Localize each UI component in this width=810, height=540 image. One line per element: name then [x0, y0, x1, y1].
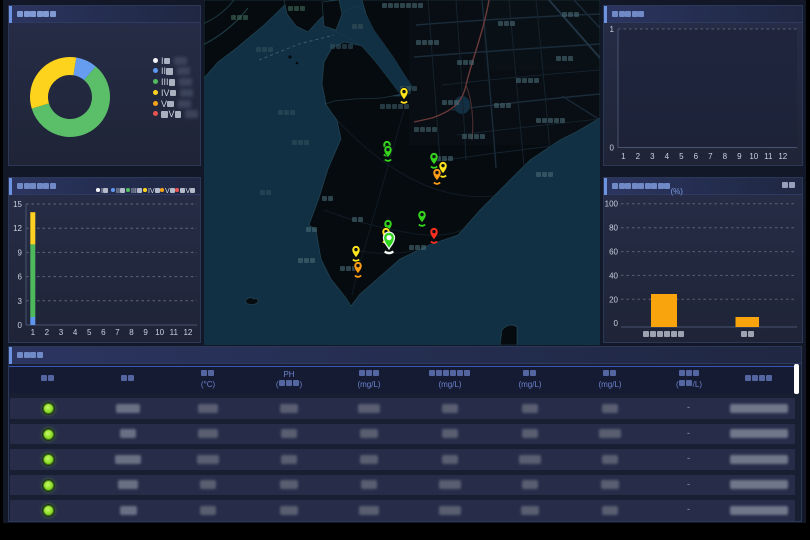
svg-text:0: 0 [614, 319, 619, 328]
svg-text:12: 12 [183, 328, 192, 337]
svg-text:1: 1 [610, 25, 615, 34]
svg-text:80: 80 [609, 224, 618, 233]
svg-text:11: 11 [170, 328, 179, 337]
svg-text:3: 3 [650, 152, 655, 161]
svg-text:12: 12 [13, 224, 22, 233]
svg-text:6: 6 [101, 328, 106, 337]
svg-text:9: 9 [18, 248, 23, 257]
svg-text:7: 7 [708, 152, 713, 161]
svg-text:100: 100 [605, 200, 619, 209]
svg-text:60: 60 [609, 248, 618, 257]
svg-text:6: 6 [694, 152, 699, 161]
svg-text:1: 1 [621, 152, 626, 161]
svg-text:10: 10 [749, 152, 758, 161]
svg-text:20: 20 [609, 295, 618, 304]
svg-text:0: 0 [18, 321, 23, 330]
svg-text:6: 6 [18, 273, 23, 282]
svg-text:4: 4 [665, 152, 670, 161]
svg-text:2: 2 [636, 152, 641, 161]
svg-text:3: 3 [18, 297, 23, 306]
svg-text:0: 0 [610, 144, 615, 153]
svg-text:1: 1 [31, 328, 36, 337]
svg-text:11: 11 [764, 152, 773, 161]
svg-text:9: 9 [737, 152, 742, 161]
svg-text:9: 9 [143, 328, 148, 337]
svg-text:5: 5 [87, 328, 92, 337]
svg-text:40: 40 [609, 271, 618, 280]
svg-text:10: 10 [155, 328, 164, 337]
svg-text:4: 4 [73, 328, 78, 337]
svg-text:5: 5 [679, 152, 684, 161]
svg-text:2: 2 [45, 328, 50, 337]
svg-text:3: 3 [59, 328, 64, 337]
svg-text:8: 8 [129, 328, 134, 337]
svg-text:8: 8 [723, 152, 728, 161]
svg-text:7: 7 [115, 328, 120, 337]
svg-text:12: 12 [778, 152, 787, 161]
svg-text:15: 15 [13, 200, 22, 209]
